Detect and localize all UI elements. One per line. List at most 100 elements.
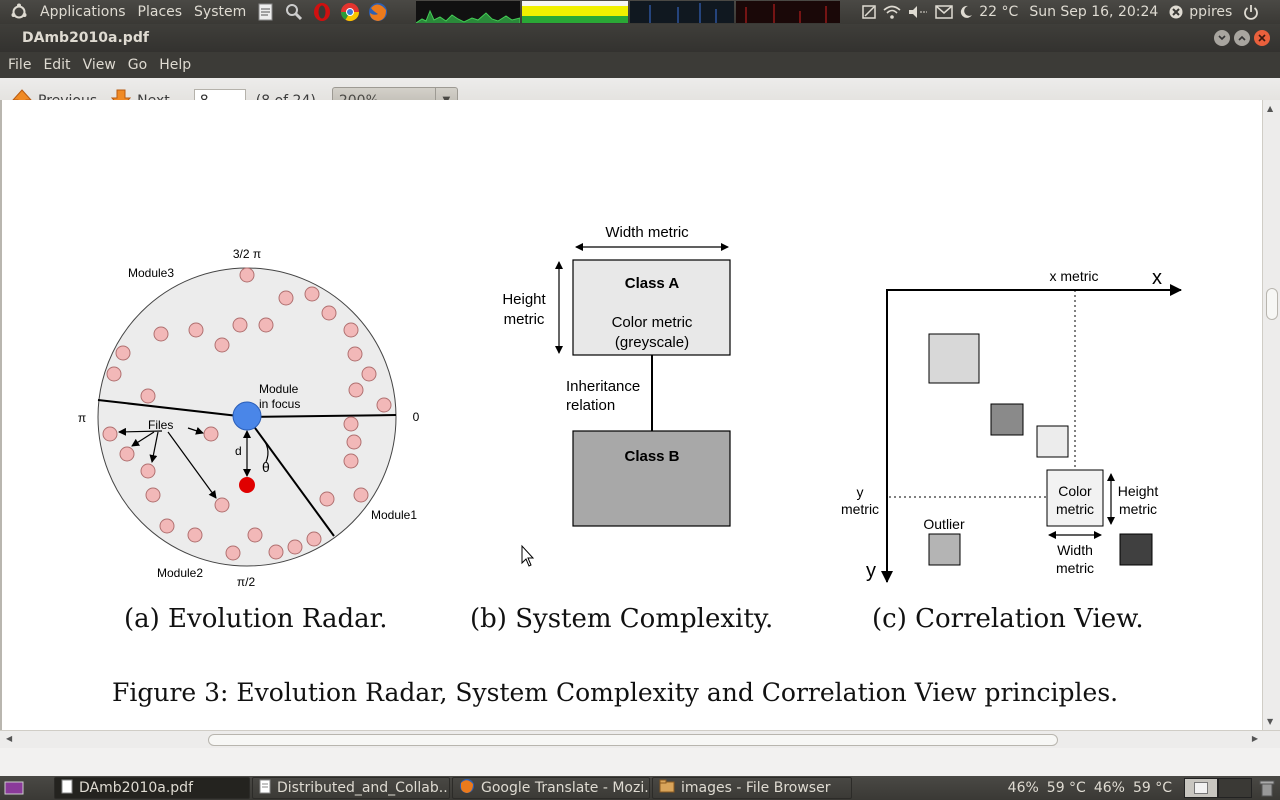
minimize-button[interactable]: [1214, 30, 1230, 46]
files-label: Files: [148, 418, 173, 432]
maximize-button[interactable]: [1234, 30, 1250, 46]
menu-go[interactable]: Go: [122, 57, 153, 73]
height-metric-c-line2: metric: [1119, 501, 1157, 517]
scroll-left-icon[interactable]: ◀: [6, 734, 12, 743]
document-page[interactable]: 3/2 π π/2 π 0 Module3 Module2 Module1 Mo…: [0, 100, 1280, 730]
radar-angle-top: 3/2 π: [233, 247, 261, 261]
firefox-launcher-icon[interactable]: [364, 0, 392, 24]
color-metric-c-line2: metric: [1056, 501, 1094, 517]
mouse-cursor-icon: [521, 544, 535, 567]
menu-view[interactable]: View: [77, 57, 122, 73]
focus-label-line1: Module: [259, 382, 299, 396]
temperature-label[interactable]: 22 °C: [979, 0, 1018, 24]
user-name[interactable]: ppires: [1189, 0, 1232, 24]
task-firefox[interactable]: Google Translate - Mozi...: [452, 777, 650, 799]
memory-monitor-graph: [522, 1, 629, 23]
horizontal-scroll-thumb[interactable]: [208, 734, 1058, 746]
window-title: DAmb2010a.pdf: [22, 30, 149, 46]
class-b-label: Class B: [624, 448, 679, 465]
opera-launcher-icon[interactable]: [308, 0, 336, 24]
notes-icon[interactable]: [861, 0, 877, 24]
inheritance-line1: Inheritance: [566, 378, 640, 395]
task-label: images - File Browser: [681, 780, 831, 796]
vertical-scrollbar[interactable]: ▲ ▼: [1262, 100, 1280, 730]
menu-file[interactable]: File: [2, 57, 37, 73]
task-label: Google Translate - Mozi...: [481, 780, 650, 796]
close-button[interactable]: [1254, 30, 1270, 46]
volume-icon[interactable]: [907, 0, 929, 24]
module2-label: Module2: [157, 566, 203, 580]
document-icon: [259, 779, 271, 798]
distance-label: d: [235, 444, 242, 458]
cpu-usage-1: 46%: [1007, 780, 1039, 796]
clock-label[interactable]: Sun Sep 16, 20:24: [1029, 0, 1158, 24]
module1-label: Module1: [371, 508, 417, 522]
y-metric-line1: y: [857, 484, 864, 500]
width-metric-c-line2: metric: [1056, 560, 1094, 576]
network-monitor-graph: [416, 1, 521, 23]
document-icon: [61, 779, 73, 798]
radar-angle-bottom: π/2: [237, 575, 256, 589]
radar-angle-right: 0: [413, 410, 420, 424]
caption-c: (c) Correlation View.: [872, 604, 1144, 634]
vertical-scroll-thumb[interactable]: [1266, 288, 1278, 320]
horizontal-scrollbar[interactable]: ◀ ▶: [0, 730, 1280, 748]
ubuntu-logo-icon[interactable]: [8, 1, 30, 23]
outlier-label: Outlier: [923, 516, 965, 532]
firefox-icon: [459, 778, 475, 798]
menu-edit[interactable]: Edit: [37, 57, 76, 73]
system-menu[interactable]: System: [188, 0, 252, 24]
window-titlebar[interactable]: DAmb2010a.pdf: [0, 24, 1280, 52]
correlation-view-figure: x metric x y y metric Outlier Color metr…: [841, 267, 1182, 583]
scroll-up-icon[interactable]: ▲: [1267, 104, 1273, 113]
y-metric-line2: metric: [841, 501, 879, 517]
caption-b: (b) System Complexity.: [470, 604, 774, 634]
bottom-panel: DAmb2010a.pdf Distributed_and_Collab... …: [0, 776, 1280, 800]
y-axis-label: y: [866, 560, 876, 582]
width-metric-c-line1: Width: [1057, 542, 1093, 558]
chrome-launcher-icon[interactable]: [336, 0, 364, 24]
user-icon[interactable]: [1169, 0, 1183, 24]
cpu-temp-2: 59 °C: [1132, 780, 1172, 796]
color-metric-line1: Color metric: [612, 314, 693, 331]
power-icon[interactable]: [1243, 0, 1259, 24]
scroll-down-icon[interactable]: ▼: [1267, 717, 1273, 726]
color-metric-line2: (greyscale): [615, 334, 689, 351]
figure-caption: Figure 3: Evolution Radar, System Comple…: [112, 678, 1119, 707]
height-metric-c-line1: Height: [1118, 483, 1159, 499]
mail-icon[interactable]: [935, 0, 954, 24]
focus-label-line2: in focus: [259, 397, 300, 411]
load-monitor-graph: [736, 1, 841, 23]
text-editor-launcher-icon[interactable]: [252, 0, 280, 24]
theta-label: θ: [262, 459, 270, 475]
task-file-browser[interactable]: images - File Browser: [652, 777, 852, 799]
color-metric-c-line1: Color: [1058, 483, 1092, 499]
scroll-right-icon[interactable]: ▶: [1252, 734, 1258, 743]
system-complexity-figure: Width metric Height metric Class A Color…: [502, 224, 731, 527]
module3-label: Module3: [128, 266, 174, 280]
workspace-switcher[interactable]: [1184, 778, 1252, 798]
task-label: Distributed_and_Collab...: [277, 780, 450, 796]
swap-monitor-graph: [630, 1, 735, 23]
cpu-temp-1: 59 °C: [1046, 780, 1086, 796]
menu-bar: File Edit View Go Help: [0, 52, 1280, 78]
trash-icon[interactable]: [1256, 777, 1278, 799]
height-metric-line1: Height: [502, 291, 546, 308]
menu-help[interactable]: Help: [153, 57, 197, 73]
wifi-icon[interactable]: [883, 0, 901, 24]
cpu-usage-2: 46%: [1093, 780, 1125, 796]
task-document-viewer-2[interactable]: Distributed_and_Collab...: [252, 777, 450, 799]
show-desktop-icon[interactable]: [2, 778, 26, 798]
places-menu[interactable]: Places: [132, 0, 189, 24]
task-document-viewer[interactable]: DAmb2010a.pdf: [54, 777, 250, 799]
x-axis-label: x: [1152, 267, 1162, 289]
class-a-label: Class A: [625, 275, 680, 292]
search-launcher-icon[interactable]: [280, 0, 308, 24]
weather-moon-icon[interactable]: [959, 0, 973, 24]
evolution-radar-figure: 3/2 π π/2 π 0 Module3 Module2 Module1 Mo…: [78, 247, 420, 589]
radar-angle-left: π: [78, 411, 86, 425]
width-metric-label: Width metric: [605, 224, 689, 241]
top-panel: Applications Places System 22 °C Sun Sep…: [0, 0, 1280, 24]
inheritance-line2: relation: [566, 397, 615, 414]
applications-menu[interactable]: Applications: [34, 0, 132, 24]
